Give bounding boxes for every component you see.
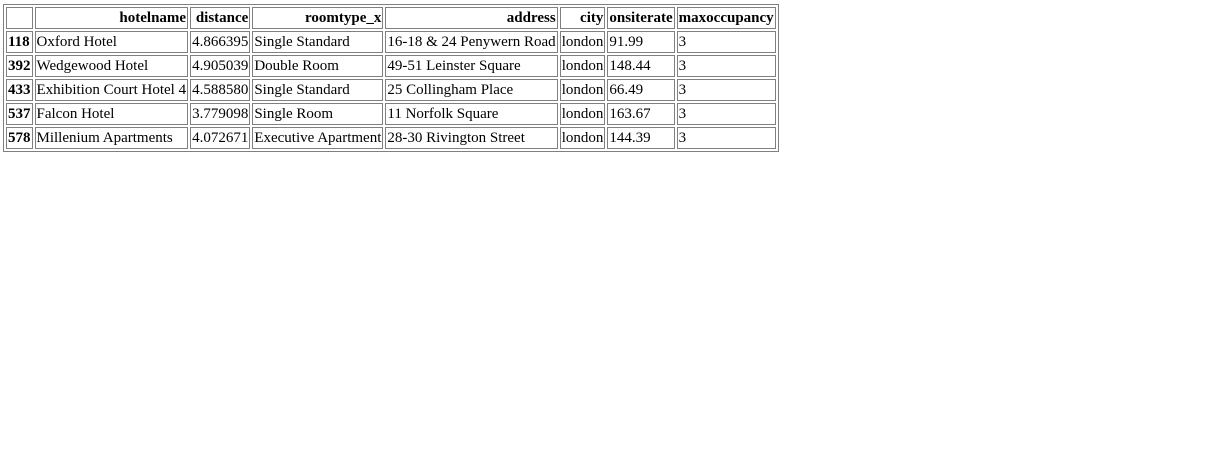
cell-roomtype: Single Room xyxy=(252,103,384,125)
cell-roomtype: Single Standard xyxy=(252,79,384,101)
cell-maxoccupancy: 3 xyxy=(676,55,776,77)
table-row: 392 Wedgewood Hotel 4.905039 Double Room… xyxy=(6,55,776,77)
column-header-city: city xyxy=(559,7,606,29)
cell-distance: 4.588580 xyxy=(190,79,251,101)
cell-onsiterate: 163.67 xyxy=(607,103,675,125)
column-header-address: address xyxy=(385,7,558,29)
cell-distance: 4.905039 xyxy=(190,55,251,77)
cell-city: london xyxy=(559,127,606,149)
cell-maxoccupancy: 3 xyxy=(676,31,776,53)
header-row: hotelname distance roomtype_x address ci… xyxy=(6,7,776,29)
column-header-roomtype: roomtype_x xyxy=(252,7,384,29)
column-header-hotelname: hotelname xyxy=(34,7,189,29)
index-header xyxy=(6,7,33,29)
table-row: 537 Falcon Hotel 3.779098 Single Room 11… xyxy=(6,103,776,125)
cell-city: london xyxy=(559,31,606,53)
cell-address: 49-51 Leinster Square xyxy=(385,55,558,77)
cell-hotelname: Falcon Hotel xyxy=(34,103,189,125)
cell-onsiterate: 66.49 xyxy=(607,79,675,101)
row-index: 537 xyxy=(6,103,33,125)
cell-roomtype: Single Standard xyxy=(252,31,384,53)
table-row: 118 Oxford Hotel 4.866395 Single Standar… xyxy=(6,31,776,53)
cell-onsiterate: 148.44 xyxy=(607,55,675,77)
cell-city: london xyxy=(559,79,606,101)
cell-hotelname: Oxford Hotel xyxy=(34,31,189,53)
column-header-maxoccupancy: maxoccupancy xyxy=(676,7,776,29)
cell-hotelname: Exhibition Court Hotel 4 xyxy=(34,79,189,101)
row-index: 118 xyxy=(6,31,33,53)
cell-hotelname: Millenium Apartments xyxy=(34,127,189,149)
cell-address: 28-30 Rivington Street xyxy=(385,127,558,149)
cell-roomtype: Double Room xyxy=(252,55,384,77)
cell-roomtype: Executive Apartment xyxy=(252,127,384,149)
row-index: 578 xyxy=(6,127,33,149)
cell-distance: 3.779098 xyxy=(190,103,251,125)
table-row: 433 Exhibition Court Hotel 4 4.588580 Si… xyxy=(6,79,776,101)
cell-city: london xyxy=(559,55,606,77)
cell-address: 25 Collingham Place xyxy=(385,79,558,101)
column-header-onsiterate: onsiterate xyxy=(607,7,675,29)
data-table: hotelname distance roomtype_x address ci… xyxy=(3,4,779,152)
cell-onsiterate: 91.99 xyxy=(607,31,675,53)
row-index: 433 xyxy=(6,79,33,101)
cell-maxoccupancy: 3 xyxy=(676,103,776,125)
cell-address: 16-18 & 24 Penywern Road xyxy=(385,31,558,53)
cell-city: london xyxy=(559,103,606,125)
column-header-distance: distance xyxy=(190,7,251,29)
cell-distance: 4.072671 xyxy=(190,127,251,149)
row-index: 392 xyxy=(6,55,33,77)
cell-distance: 4.866395 xyxy=(190,31,251,53)
cell-onsiterate: 144.39 xyxy=(607,127,675,149)
table-row: 578 Millenium Apartments 4.072671 Execut… xyxy=(6,127,776,149)
cell-address: 11 Norfolk Square xyxy=(385,103,558,125)
cell-maxoccupancy: 3 xyxy=(676,127,776,149)
cell-hotelname: Wedgewood Hotel xyxy=(34,55,189,77)
cell-maxoccupancy: 3 xyxy=(676,79,776,101)
